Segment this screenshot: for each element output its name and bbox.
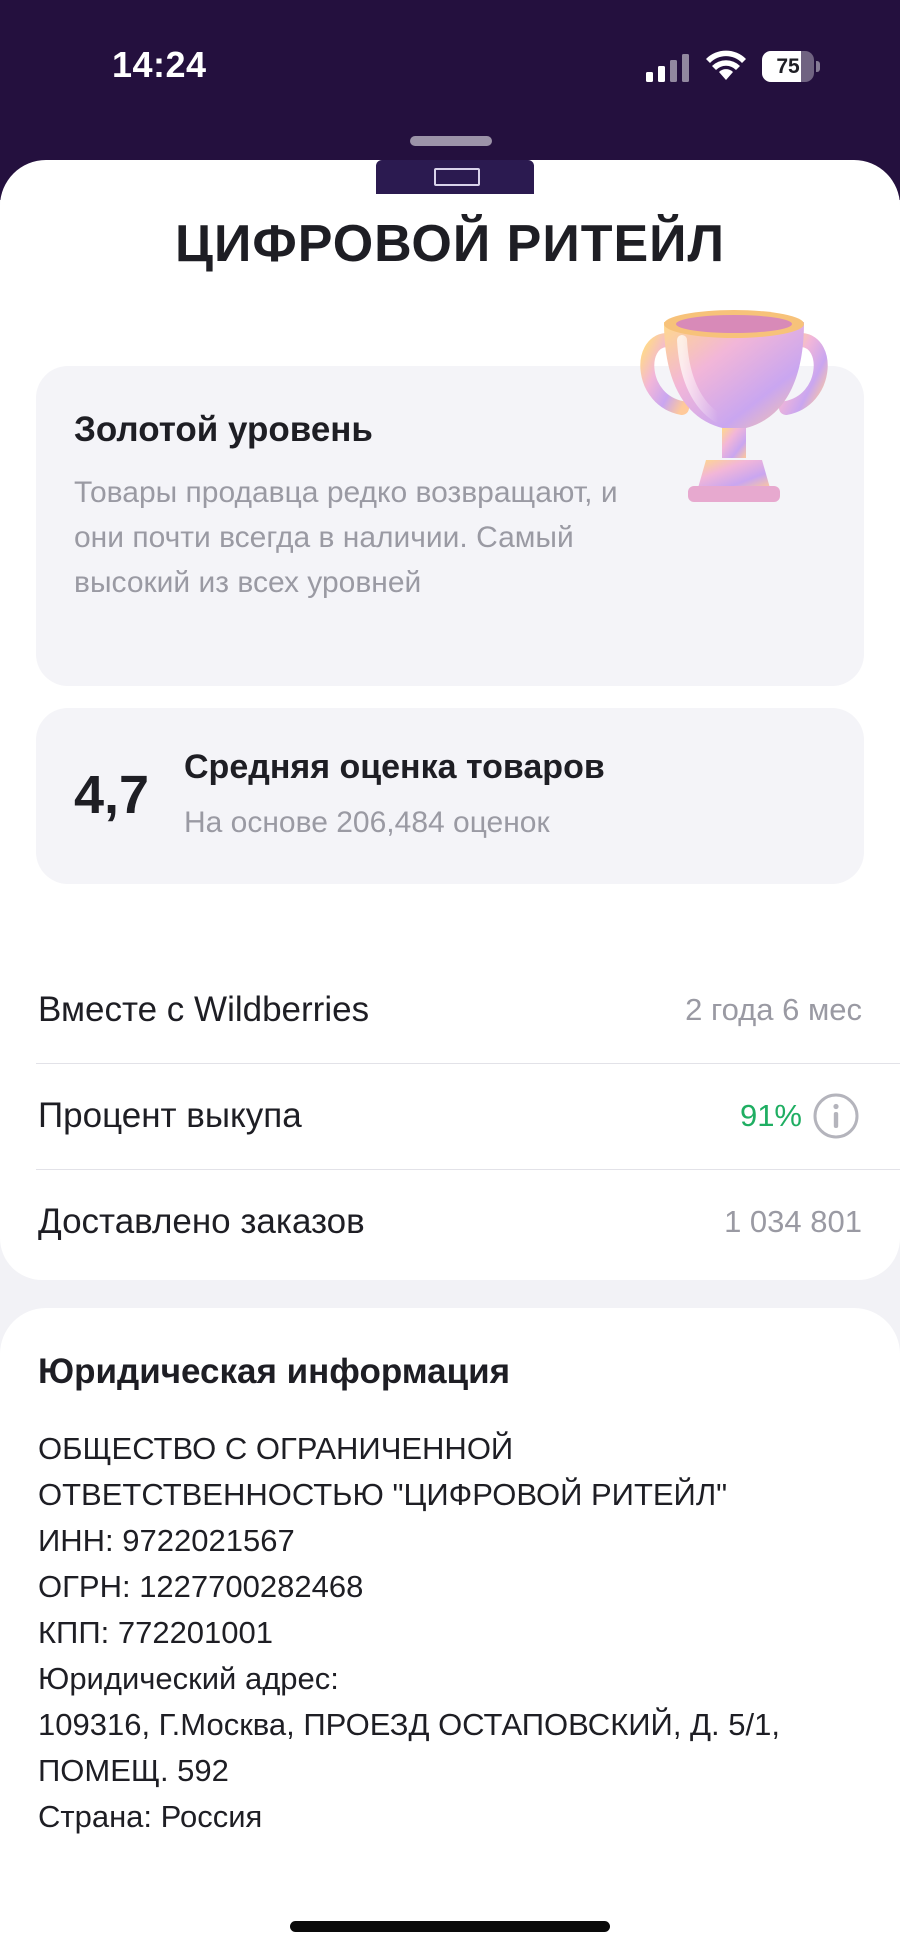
legal-ogrn: ОГРН: 1227700282468 [38,1569,364,1604]
rating-subtitle: На основе 206,484 оценок [184,806,550,839]
stat-label: Процент выкупа [38,1096,302,1135]
legal-inn: ИНН: 9722021567 [38,1523,295,1558]
legal-address: ПОМЕЩ. 592 [38,1753,229,1788]
stat-value: 91% [739,1098,802,1133]
battery-nub [816,61,820,72]
rating-card[interactable] [36,708,864,884]
legal-address: 109316, Г.Москва, ПРОЕЗД ОСТАПОВСКИЙ, Д.… [38,1707,780,1742]
legal-country: Страна: Россия [38,1799,263,1834]
legal-line: ОБЩЕСТВО С ОГРАНИЧЕННОЙ [38,1431,514,1466]
cellular-signal-icon [646,54,689,82]
stat-row-delivered-orders: Доставлено заказов 1 034 801 [36,1170,900,1276]
sheet-drag-handle[interactable] [410,136,492,146]
legal-info-title: Юридическая информация [38,1352,511,1391]
home-indicator[interactable] [290,1921,610,1932]
legal-line: ОТВЕТСТВЕННОСТЬЮ "ЦИФРОВОЙ РИТЕЙЛ" [38,1477,728,1512]
legal-address-label: Юридический адрес: [38,1661,339,1696]
battery-indicator: 75 [762,51,820,82]
status-time: 14:24 [112,44,207,85]
seller-name: ЦИФРОВОЙ РИТЕЙЛ [174,215,726,273]
status-bar: 14:24 75 [0,0,900,130]
stat-label: Вместе с Wildberries [38,990,370,1029]
rating-title: Средняя оценка товаров [184,748,605,786]
info-icon[interactable] [812,1092,860,1140]
stat-label: Доставлено заказов [38,1202,365,1241]
battery-percent: 75 [776,55,800,78]
stat-value: 1 034 801 [724,1204,862,1239]
rating-value: 4,7 [74,765,150,825]
wifi-icon [706,50,746,80]
legal-kpp: КПП: 772201001 [38,1615,274,1650]
stat-row-buyout-percent: Процент выкупа 91% [36,1064,900,1170]
level-description: Товары продавца редко возвращают, и они … [74,476,618,599]
trophy-icon [640,310,828,502]
seller-logo-tab [376,160,534,194]
stat-value: 2 года 6 мес [685,992,862,1027]
stat-row-with-wildberries: Вместе с Wildberries 2 года 6 мес [36,958,900,1064]
level-title: Золотой уровень [74,410,373,449]
